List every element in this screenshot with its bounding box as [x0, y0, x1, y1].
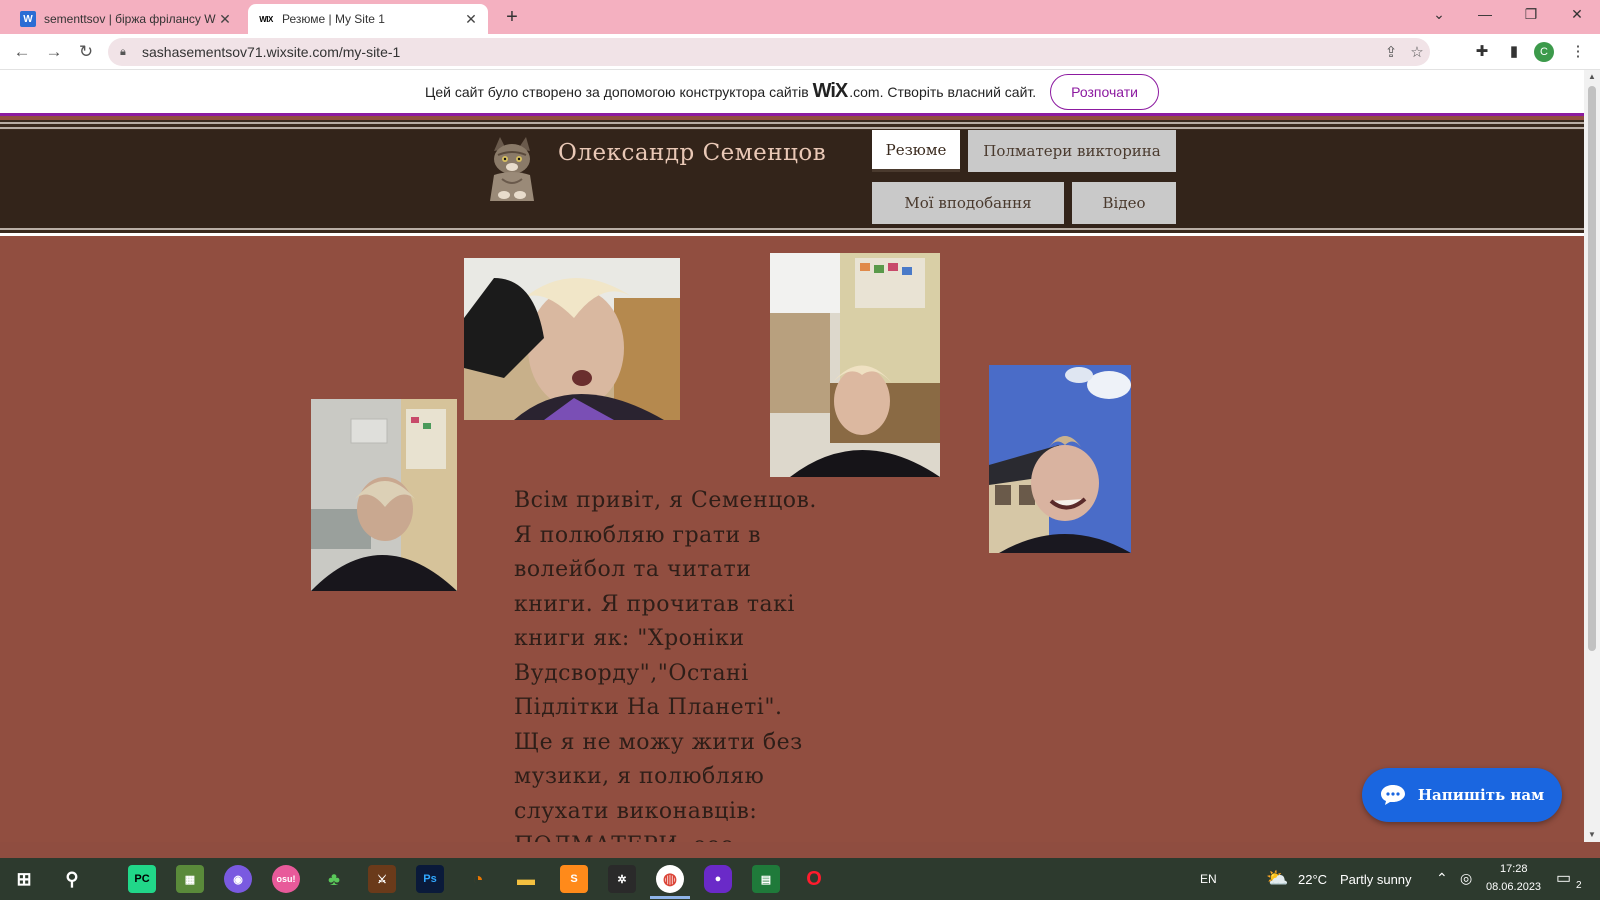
sublime-icon[interactable]: S: [560, 865, 588, 893]
tray-chevron-icon[interactable]: ⌃: [1436, 870, 1448, 887]
bio-line: Всім привіт, я Семенцов.: [514, 488, 817, 513]
banner-text: Цей сайт було створено за допомогою конс…: [425, 83, 809, 100]
browser-tab-bar: W sementtsov | біржа фрілансу We ✕ WIX Р…: [0, 0, 1600, 34]
site-title[interactable]: Олександр Семенцов: [558, 140, 826, 166]
header-divider: [0, 122, 1584, 124]
menu-kebab-icon[interactable]: ⋮: [1566, 40, 1590, 64]
scroll-thumb[interactable]: [1588, 86, 1596, 651]
blender-icon[interactable]: ◔: [464, 865, 492, 893]
header-divider: [0, 233, 1584, 236]
bio-line: книги як: "Хроніки: [514, 626, 745, 651]
tab-freelance[interactable]: W sementtsov | біржа фрілансу We ✕: [10, 4, 242, 34]
tree-app-icon[interactable]: ♣: [320, 865, 348, 893]
share-icon[interactable]: ⇪: [1378, 43, 1404, 61]
bio-line: Підлітки На Планеті".: [514, 695, 783, 720]
notification-count: 2: [1576, 880, 1582, 891]
wix-logo[interactable]: WiX: [813, 80, 849, 103]
language-indicator[interactable]: EN: [1200, 872, 1217, 886]
photoshop-icon[interactable]: Ps: [416, 865, 444, 893]
cat-logo-image[interactable]: [482, 135, 542, 201]
excel-like-icon[interactable]: ▤: [752, 865, 780, 893]
weather-temp[interactable]: 22°C: [1298, 872, 1327, 887]
start-button[interactable]: Розпочати: [1050, 73, 1159, 110]
opera-icon[interactable]: O: [800, 865, 828, 893]
new-tab-plus-icon[interactable]: +: [500, 5, 524, 29]
bio-text: Всім привіт, я Семенцов. Я полюбляю грат…: [514, 484, 834, 842]
osu-icon[interactable]: osu!: [272, 865, 300, 893]
site-header: Олександр Семенцов Резюме Полматери викт…: [0, 120, 1584, 236]
tab-resume[interactable]: WIX Резюме | My Site 1 ✕: [248, 4, 488, 34]
minimize-icon[interactable]: —: [1462, 0, 1508, 30]
discord-icon[interactable]: ◉: [224, 865, 252, 893]
tab-favicon: W: [20, 11, 36, 27]
bio-line: Я полюбляю грати в: [514, 522, 761, 548]
weather-sun-icon[interactable]: ⛅: [1266, 868, 1288, 889]
tab-search-chevron-icon[interactable]: ⌄: [1416, 0, 1462, 30]
bio-line: волейбол та читати: [514, 557, 752, 582]
weather-desc[interactable]: Partly sunny: [1340, 872, 1412, 887]
bio-line: слухати виконавців:: [514, 798, 758, 824]
clock-date[interactable]: 08.06.2023: [1486, 881, 1541, 893]
browser-toolbar: ← → ↻ 🔒︎ sashasementsov71.wixsite.com/my…: [0, 34, 1600, 70]
davinci-icon[interactable]: ✲: [608, 865, 636, 893]
scroll-up-icon[interactable]: ▲: [1584, 70, 1600, 84]
pycharm-icon[interactable]: PC: [128, 865, 156, 893]
menu-item-likes[interactable]: Мої вподобання: [872, 182, 1064, 224]
photo-selfie-hair[interactable]: [464, 258, 680, 420]
clock-time[interactable]: 17:28: [1500, 863, 1528, 875]
url-text[interactable]: sashasementsov71.wixsite.com/my-site-1: [142, 44, 1378, 60]
page-scrollbar[interactable]: ▲ ▼: [1584, 70, 1600, 842]
menu-item-video[interactable]: Відео: [1072, 182, 1176, 224]
profile-avatar[interactable]: C: [1534, 42, 1554, 62]
windows-start-icon[interactable]: ⊞: [10, 865, 38, 893]
bio-line: Вудсворду","Остані: [514, 660, 749, 686]
forward-arrow-icon[interactable]: →: [42, 40, 66, 64]
bio-line: Ще я не можу жити без: [514, 729, 803, 755]
bio-line: музики, я полюбляю: [514, 764, 765, 789]
close-icon[interactable]: ✕: [462, 11, 480, 28]
header-divider: [0, 228, 1584, 230]
file-explorer-icon[interactable]: ▬: [512, 865, 540, 893]
photo-looking-down[interactable]: [311, 399, 457, 591]
side-panel-icon[interactable]: ▮: [1502, 40, 1526, 64]
windows-taskbar: ⊞ ⚲ PC ▦ ◉ osu! ♣ ⚔ Ps ◔ ▬ S ✲ ◍ ● ▤ O E…: [0, 858, 1600, 900]
tab-favicon: WIX: [259, 14, 273, 24]
close-icon[interactable]: ✕: [216, 11, 234, 28]
page-viewport: Цей сайт було створено за допомогою конс…: [0, 70, 1584, 842]
network-icon[interactable]: ◎: [1460, 870, 1472, 887]
reload-icon[interactable]: ↻: [74, 40, 98, 64]
photo-classroom-portrait[interactable]: [770, 253, 940, 477]
restore-icon[interactable]: ❐: [1508, 0, 1554, 30]
game-app-icon[interactable]: ⚔: [368, 865, 396, 893]
tab-title: Резюме | My Site 1: [282, 12, 385, 26]
chrome-icon[interactable]: ◍: [656, 865, 684, 893]
menu-item-quiz[interactable]: Полматери викторина: [968, 130, 1176, 172]
bio-line: ПОЛМАТЕРИ, ооо;: [514, 829, 834, 842]
chat-bubble-icon: [1380, 785, 1405, 805]
menu-item-resume[interactable]: Резюме: [872, 130, 960, 172]
tab-title: sementtsov | біржа фрілансу We: [44, 12, 216, 26]
chat-button-label: Напишіть нам: [1417, 786, 1545, 804]
chat-button[interactable]: Напишіть нам: [1362, 768, 1562, 822]
banner-text-after: .com. Створіть власний сайт.: [849, 83, 1037, 100]
bio-line: книги. Я прочитав такі: [514, 591, 795, 617]
purple-app-icon[interactable]: ●: [704, 865, 732, 893]
back-arrow-icon[interactable]: ←: [10, 40, 34, 64]
search-icon[interactable]: ⚲: [58, 865, 86, 893]
bookmark-star-icon[interactable]: ☆: [1404, 43, 1430, 61]
window-close-icon[interactable]: ✕: [1554, 0, 1600, 30]
extensions-puzzle-icon[interactable]: ✚: [1470, 40, 1494, 64]
header-divider: [0, 127, 1584, 129]
active-app-indicator: [650, 896, 690, 899]
scroll-down-icon[interactable]: ▼: [1584, 828, 1600, 842]
photo-sky-selfie[interactable]: [989, 365, 1131, 553]
wix-promo-banner: Цей сайт було створено за допомогою конс…: [0, 70, 1584, 116]
address-bar[interactable]: 🔒︎ sashasementsov71.wixsite.com/my-site-…: [108, 38, 1430, 66]
minecraft-icon[interactable]: ▦: [176, 865, 204, 893]
lock-icon[interactable]: 🔒︎: [120, 46, 134, 59]
notifications-icon[interactable]: ▭: [1556, 868, 1571, 888]
